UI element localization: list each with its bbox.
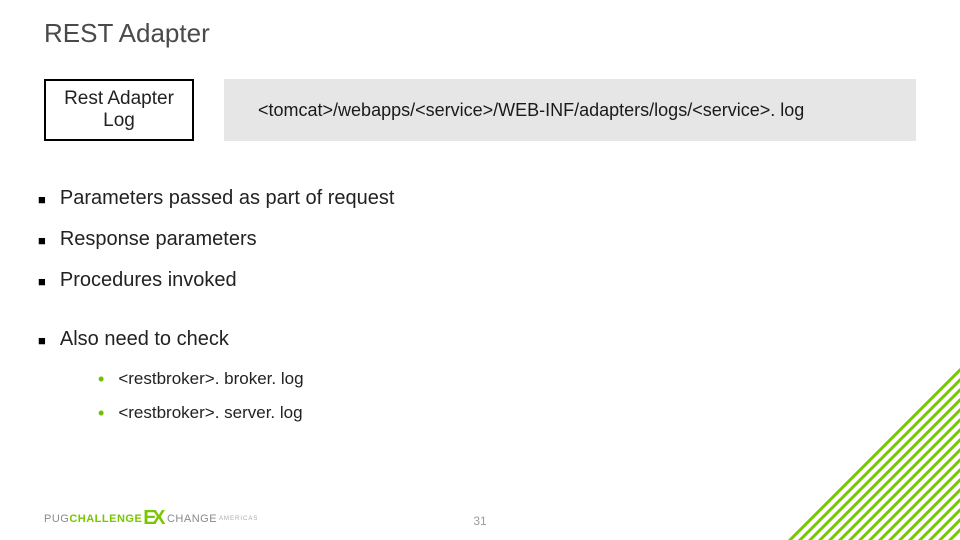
bullet-list: ■ Parameters passed as part of request ■… [38,187,960,423]
label-box: Rest Adapter Log [44,79,194,141]
slide: REST Adapter Rest Adapter Log <tomcat>/w… [0,0,960,540]
logo-americas: AMERICAS [219,516,258,522]
label-row: Rest Adapter Log <tomcat>/webapps/<servi… [44,79,960,141]
sub-bullet-item: • <restbroker>. broker. log [98,369,960,389]
square-bullet-icon: ■ [38,333,46,348]
path-box: <tomcat>/webapps/<service>/WEB-INF/adapt… [224,79,916,141]
page-number: 31 [473,514,486,528]
logo-exchange: CHANGE [167,513,217,525]
bullet-text: Response parameters [60,228,257,251]
bullet-text: Parameters passed as part of request [60,187,395,210]
dot-bullet-icon: • [98,370,104,388]
label-box-text: Rest Adapter Log [64,88,174,132]
sub-bullet-text: <restbroker>. server. log [118,403,302,423]
square-bullet-icon: ■ [38,233,46,248]
square-bullet-icon: ■ [38,274,46,289]
footer-logo: PUG CHALLENGE E X CHANGE AMERICAS [44,507,258,530]
sub-bullet-text: <restbroker>. broker. log [118,369,303,389]
logo-x-icon: X [152,507,166,530]
page-title: REST Adapter [44,18,960,49]
bullet-item: ■ Also need to check [38,328,960,351]
sub-bullet-item: • <restbroker>. server. log [98,403,960,423]
bullet-item: ■ Parameters passed as part of request [38,187,960,210]
bullet-item: ■ Response parameters [38,228,960,251]
logo-challenge: CHALLENGE [69,513,142,525]
bullet-text: Also need to check [60,328,229,351]
logo-pug: PUG [44,513,69,525]
square-bullet-icon: ■ [38,192,46,207]
bullet-text: Procedures invoked [60,269,237,292]
path-text: <tomcat>/webapps/<service>/WEB-INF/adapt… [258,100,804,121]
bullet-item: ■ Procedures invoked [38,269,960,292]
dot-bullet-icon: • [98,404,104,422]
